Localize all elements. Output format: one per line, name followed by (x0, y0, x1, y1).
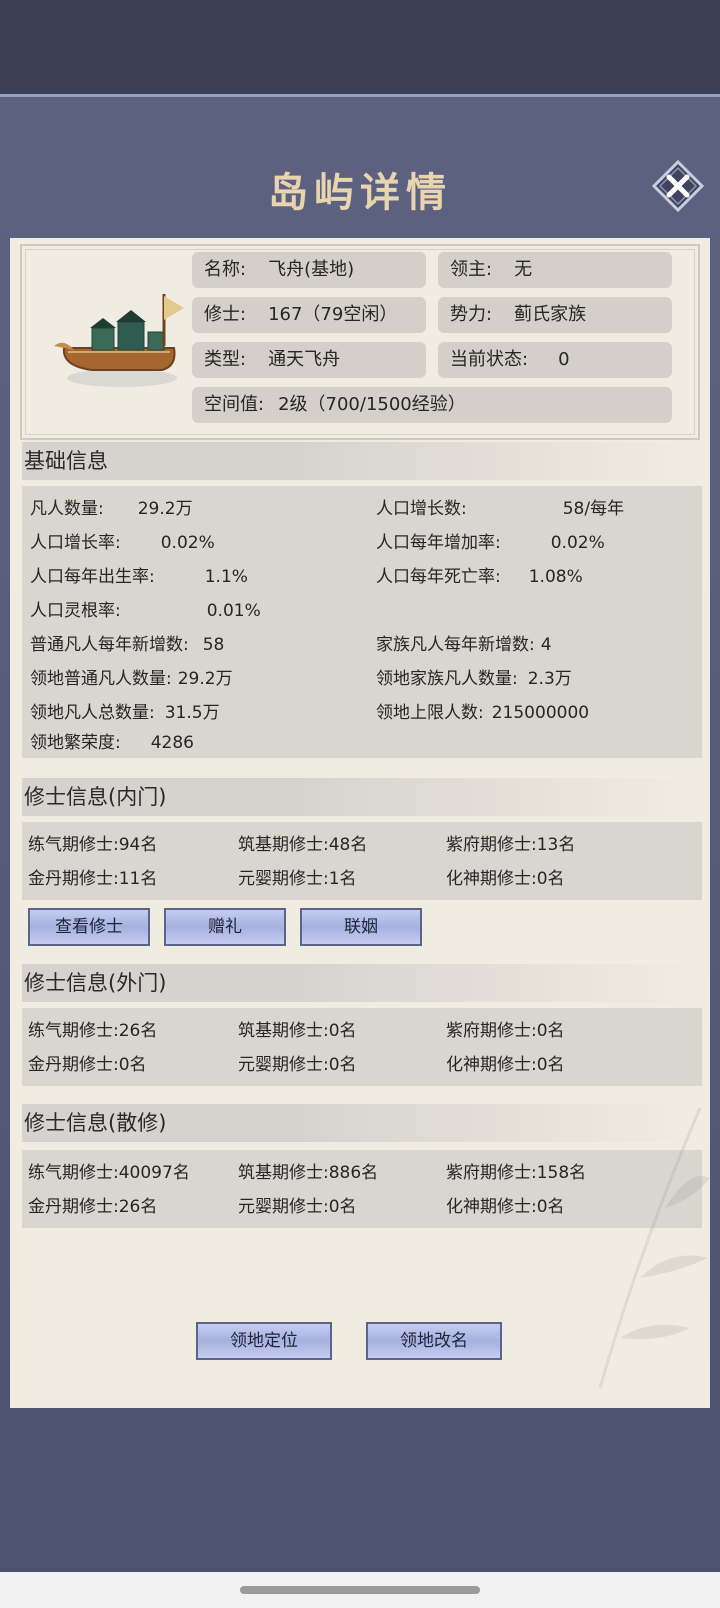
marriage-button[interactable]: 联姻 (300, 908, 422, 946)
territory-family-field: 领地家族凡人数量: 2.3万 (376, 669, 572, 689)
faction-value: 蓟氏家族 (514, 304, 587, 325)
inner-sect-box: 练气期修士:94名 筑基期修士:48名 紫府期修士:13名 金丹期修士:11名 … (22, 822, 702, 900)
outer-sect-box: 练气期修士:26名 筑基期修士:0名 紫府期修士:0名 金丹期修士:0名 元婴期… (22, 1008, 702, 1086)
inner-row-4: 金丹期修士:11名 (28, 869, 158, 889)
outer-row-4: 金丹期修士:0名 (28, 1055, 147, 1075)
detail-panel: 名称: 飞舟(基地) 领主: 无 修士: 167（79空闲） 势力: 蓟氏家族 类型: 通… (10, 238, 710, 1408)
outer-row-3: 紫府期修士:0名 (446, 1021, 565, 1041)
common-new-field: 普通凡人每年新增数: 58 (30, 635, 225, 655)
inner-row-3: 紫府期修士:13名 (446, 835, 576, 855)
death-rate-field: 人口每年死亡率: 1.08% (376, 567, 583, 587)
outer-row-2: 筑基期修士:0名 (238, 1021, 357, 1041)
territory-total-field: 领地凡人总数量: 31.5万 (30, 703, 220, 723)
inner-row-6: 化神期修士:0名 (446, 869, 565, 889)
type-field: 类型: 通天飞舟 (192, 342, 426, 378)
birth-rate-field: 人口每年出生率: 1.1% (30, 567, 248, 587)
space-label: 空间值: (204, 394, 265, 415)
rogue-row-2: 筑基期修士:886名 (238, 1163, 379, 1183)
type-label: 类型: (204, 349, 247, 370)
view-cultivators-button[interactable]: 查看修士 (28, 908, 150, 946)
inner-row-2: 筑基期修士:48名 (238, 835, 368, 855)
prosperity-field: 领地繁荣度: 4286 (30, 733, 194, 753)
lord-field: 领主: 无 (438, 252, 672, 288)
lord-value: 无 (514, 259, 533, 280)
flying-ship-icon (54, 294, 184, 387)
dialog-title: 岛屿详情 (268, 169, 452, 216)
rogue-row-6: 化神期修士:0名 (446, 1197, 565, 1217)
rogue-row-1: 练气期修士:40097名 (28, 1163, 190, 1183)
family-new-field: 家族凡人每年新增数: 4 (376, 635, 552, 655)
name-value: 飞舟(基地) (268, 259, 355, 280)
pop-growth-field: 人口增长数: 58/每年 (376, 499, 625, 519)
yearly-increase-field: 人口每年增加率: 0.02% (376, 533, 605, 553)
name-label: 名称: (204, 259, 247, 280)
name-field: 名称: 飞舟(基地) (192, 252, 426, 288)
inner-sect-title: 修士信息(内门) (22, 778, 702, 816)
bamboo-decoration-icon (598, 1107, 710, 1389)
rogue-row-4: 金丹期修士:26名 (28, 1197, 158, 1217)
home-indicator[interactable] (240, 1586, 480, 1594)
status-label: 当前状态: (450, 349, 529, 370)
faction-label: 势力: (450, 304, 493, 325)
rename-territory-button[interactable]: 领地改名 (366, 1322, 502, 1360)
cultivators-value: 167（79空闲） (268, 304, 398, 325)
faction-field: 势力: 蓟氏家族 (438, 297, 672, 333)
spirit-root-field: 人口灵根率: 0.01% (30, 601, 261, 621)
island-header: 名称: 飞舟(基地) 领主: 无 修士: 167（79空闲） 势力: 蓟氏家族 类型: 通… (20, 244, 700, 440)
growth-rate-field: 人口增长率: 0.02% (30, 533, 215, 553)
outer-row-1: 练气期修士:26名 (28, 1021, 158, 1041)
mortals-field: 凡人数量: 29.2万 (30, 499, 193, 519)
lord-label: 领主: (450, 259, 493, 280)
outer-row-5: 元婴期修士:0名 (238, 1055, 357, 1075)
space-value: 2级（700/1500经验） (278, 394, 466, 415)
inner-row-5: 元婴期修士:1名 (238, 869, 357, 889)
type-value: 通天飞舟 (268, 349, 341, 370)
locate-territory-button[interactable]: 领地定位 (196, 1322, 332, 1360)
territory-cap-field: 领地上限人数: 215000000 (376, 703, 590, 723)
gift-button[interactable]: 赠礼 (164, 908, 286, 946)
basic-info-box: 凡人数量: 29.2万 人口增长数: 58/每年 人口增长率: 0.02% 人口每年增… (22, 486, 702, 758)
status-value: 0 (558, 349, 570, 370)
close-button[interactable] (651, 159, 705, 213)
cultivators-label: 修士: (204, 304, 247, 325)
top-bar (0, 0, 720, 94)
outer-sect-title: 修士信息(外门) (22, 964, 702, 1002)
territory-common-field: 领地普通凡人数量: 29.2万 (30, 669, 233, 689)
rogue-row-5: 元婴期修士:0名 (238, 1197, 357, 1217)
close-icon (651, 159, 705, 213)
cultivators-field: 修士: 167（79空闲） (192, 297, 426, 333)
rogue-row-3: 紫府期修士:158名 (446, 1163, 587, 1183)
space-field: 空间值: 2级（700/1500经验） (192, 387, 672, 423)
status-field: 当前状态: 0 (438, 342, 672, 378)
outer-row-6: 化神期修士:0名 (446, 1055, 565, 1075)
basic-info-title: 基础信息 (22, 442, 702, 480)
inner-row-1: 练气期修士:94名 (28, 835, 158, 855)
